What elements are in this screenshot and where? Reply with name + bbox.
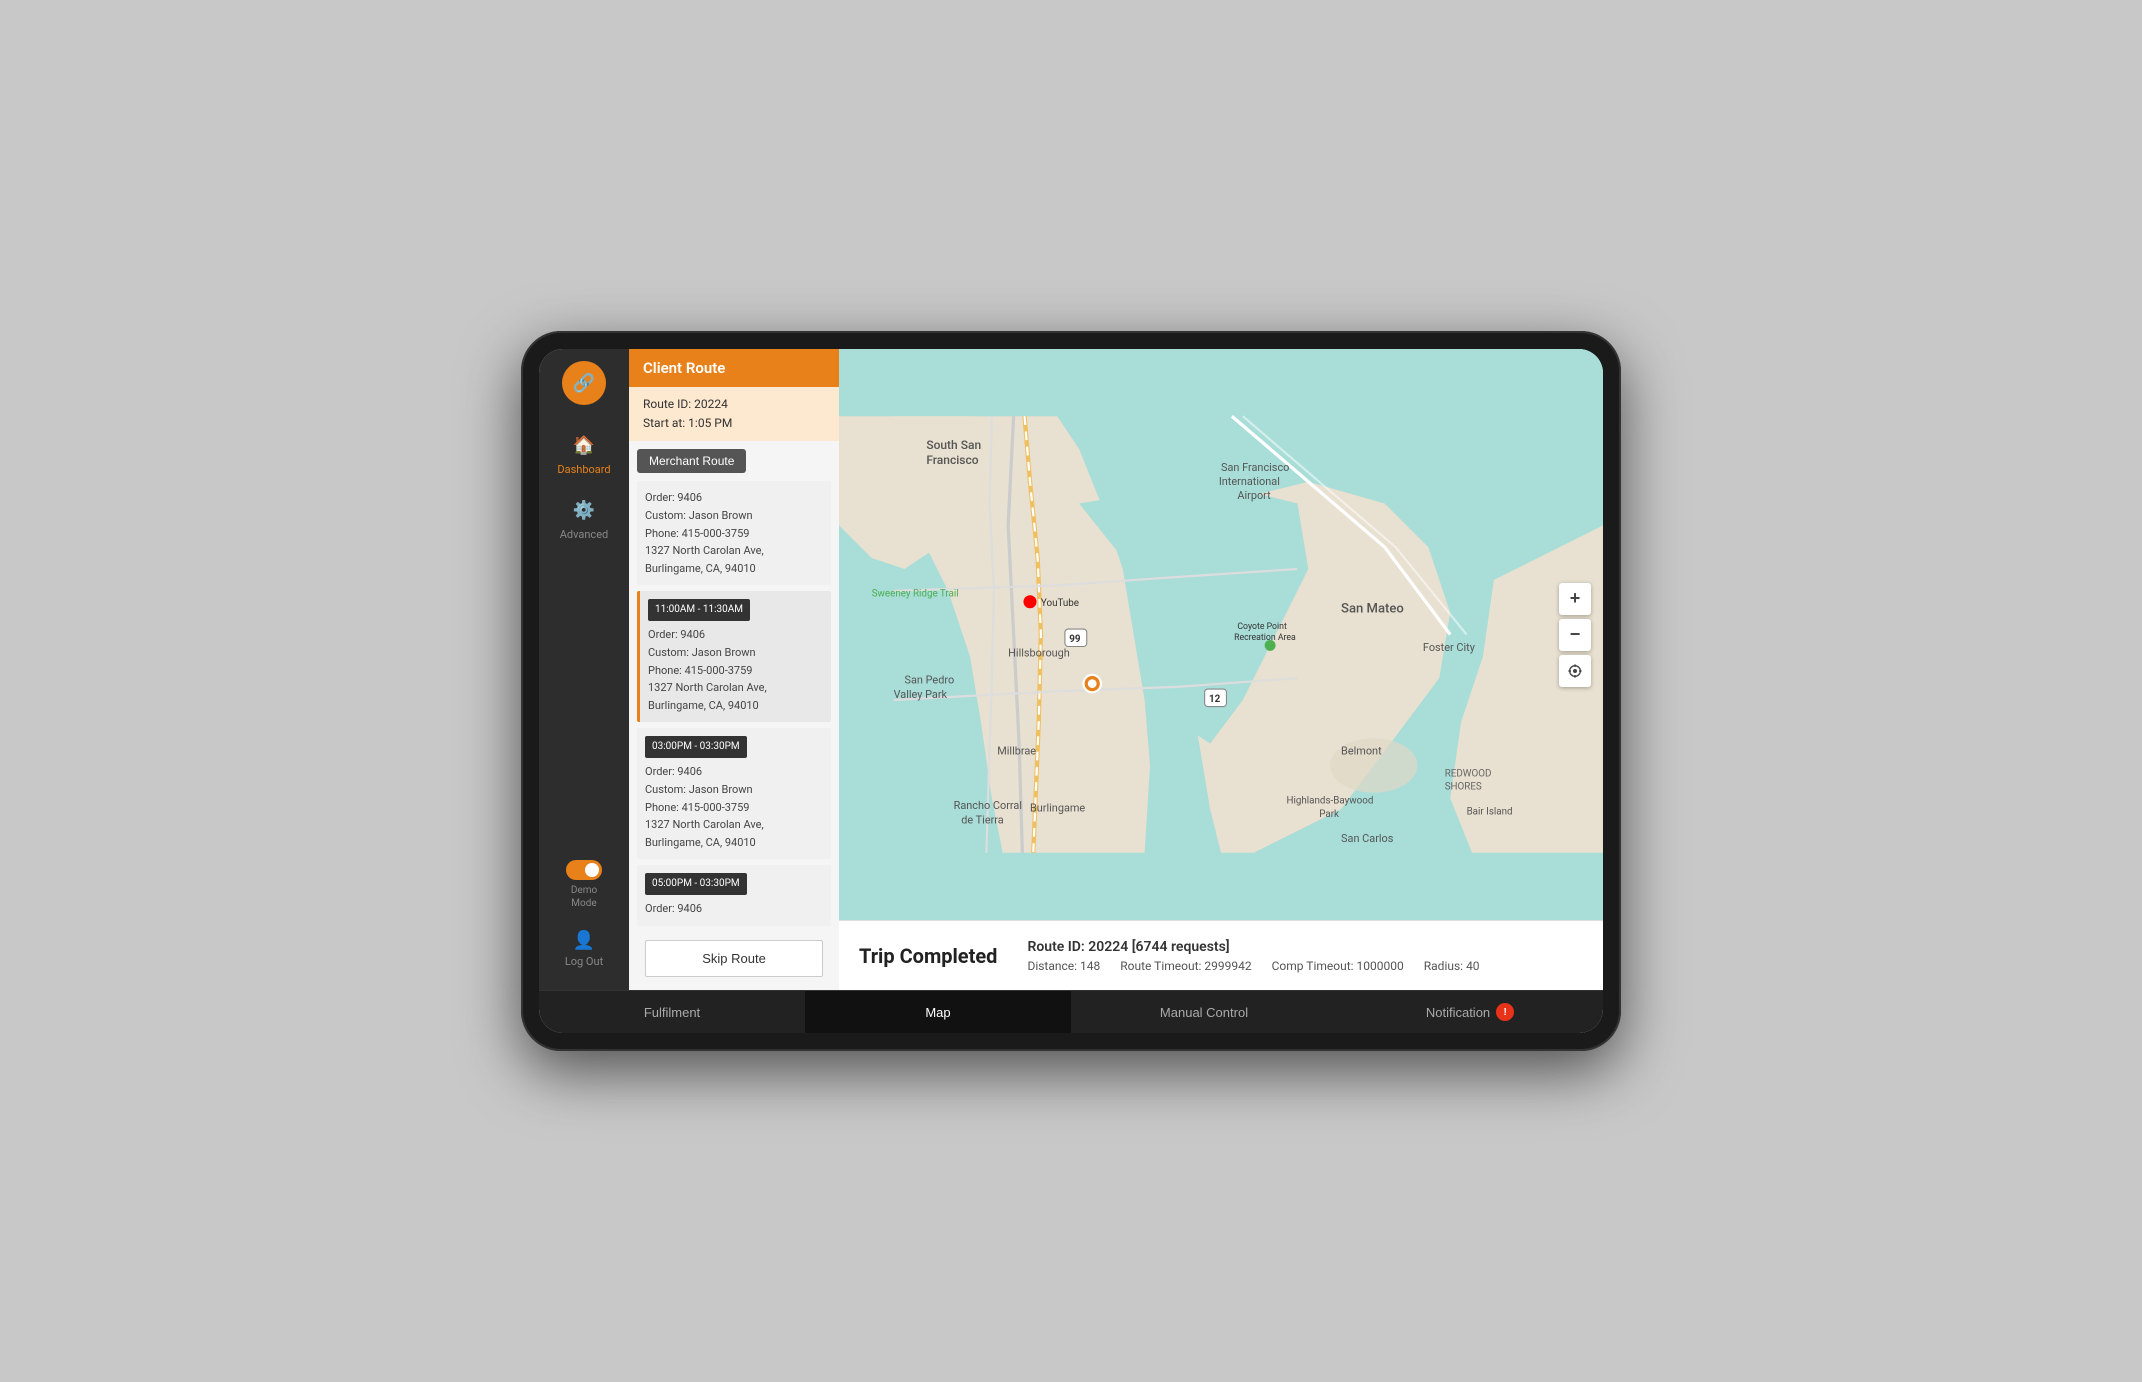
route-id: Route ID: 20224 — [643, 395, 825, 414]
route-info: Route ID: 20224 Start at: 1:05 PM — [629, 387, 839, 441]
stop2-order: Order: 9406 — [648, 626, 823, 644]
demo-mode-toggle[interactable] — [566, 860, 602, 880]
logout-label: Log Out — [565, 955, 603, 968]
svg-text:Coyote Point: Coyote Point — [1237, 622, 1287, 632]
nav-manual-control[interactable]: Manual Control — [1071, 991, 1337, 1033]
route-stop-2: 11:00AM - 11:30AM Order: 9406 Custom: Ja… — [637, 591, 831, 722]
svg-text:SHORES: SHORES — [1445, 781, 1482, 792]
nav-notification[interactable]: Notification ! — [1337, 991, 1603, 1033]
merchant-route-button[interactable]: Merchant Route — [637, 449, 746, 473]
svg-text:San Carlos: San Carlos — [1341, 832, 1394, 845]
stop4-time: 05:00PM - 03:30PM — [645, 873, 747, 895]
app-logo: 🔗 — [562, 361, 606, 405]
svg-text:Foster City: Foster City — [1423, 641, 1476, 654]
map-controls: + − — [1559, 583, 1591, 687]
stop1-custom: Custom: Jason Brown — [645, 507, 823, 525]
svg-text:San Francisco: San Francisco — [1221, 461, 1289, 474]
svg-text:Belmont: Belmont — [1341, 745, 1382, 758]
zoom-in-button[interactable]: + — [1559, 583, 1591, 615]
stop3-order: Order: 9406 — [645, 763, 823, 781]
trip-distance: Distance: 148 — [1027, 959, 1100, 973]
device-screen: 🔗 🏠 Dashboard ⚙️ Advanced DemoMode 👤 — [539, 349, 1603, 1033]
svg-text:Highlands-Baywood: Highlands-Baywood — [1286, 796, 1373, 807]
stop1-order: Order: 9406 — [645, 489, 823, 507]
map-svg: South San Francisco San Francisco Intern… — [839, 349, 1603, 920]
stop2-address: 1327 North Carolan Ave,Burlingame, CA, 9… — [648, 679, 823, 714]
route-panel-header: Client Route — [629, 349, 839, 387]
stop3-custom: Custom: Jason Brown — [645, 781, 823, 799]
stop1-address: 1327 North Carolan Ave,Burlingame, CA, 9… — [645, 542, 823, 577]
svg-text:Airport: Airport — [1237, 489, 1271, 502]
zoom-out-button[interactable]: − — [1559, 619, 1591, 651]
svg-text:South San: South San — [926, 438, 981, 452]
map-view[interactable]: South San Francisco San Francisco Intern… — [839, 349, 1603, 920]
stop2-phone: Phone: 415-000-3759 — [648, 662, 823, 680]
stop2-custom: Custom: Jason Brown — [648, 644, 823, 662]
sidebar-logout[interactable]: 👤 Log Out — [557, 920, 611, 978]
stop3-time: 03:00PM - 03:30PM — [645, 736, 747, 758]
route-stop-3: 03:00PM - 03:30PM Order: 9406 Custom: Ja… — [637, 728, 831, 859]
route-stop-1: Order: 9406 Custom: Jason Brown Phone: 4… — [637, 481, 831, 585]
sidebar-demo-mode: DemoMode — [558, 850, 610, 920]
device-frame: 🔗 🏠 Dashboard ⚙️ Advanced DemoMode 👤 — [521, 331, 1621, 1051]
sidebar-item-dashboard[interactable]: 🏠 Dashboard — [539, 421, 629, 486]
svg-text:99: 99 — [1069, 634, 1081, 645]
main-content: 🔗 🏠 Dashboard ⚙️ Advanced DemoMode 👤 — [539, 349, 1603, 990]
notification-badge: ! — [1496, 1003, 1514, 1021]
stop2-time: 11:00AM - 11:30AM — [648, 599, 750, 621]
sidebar: 🔗 🏠 Dashboard ⚙️ Advanced DemoMode 👤 — [539, 349, 629, 990]
route-stop-4: 05:00PM - 03:30PM Order: 9406 — [637, 865, 831, 926]
map-container: South San Francisco San Francisco Intern… — [839, 349, 1603, 990]
stop3-address: 1327 North Carolan Ave,Burlingame, CA, 9… — [645, 816, 823, 851]
svg-text:Bair Island: Bair Island — [1467, 807, 1513, 818]
svg-text:12: 12 — [1209, 694, 1221, 705]
trip-route-id: Route ID: 20224 [6744 requests] — [1027, 939, 1479, 955]
svg-text:Hillsborough: Hillsborough — [1008, 646, 1070, 659]
trip-completed-bar: Trip Completed Route ID: 20224 [6744 req… — [839, 920, 1603, 990]
route-panel: Client Route Route ID: 20224 Start at: 1… — [629, 349, 839, 990]
trip-details: Route ID: 20224 [6744 requests] Distance… — [1027, 939, 1479, 973]
svg-text:Francisco: Francisco — [926, 453, 978, 467]
svg-text:REDWOOD: REDWOOD — [1445, 768, 1492, 779]
svg-text:San Pedro: San Pedro — [904, 674, 954, 687]
svg-text:San Mateo: San Mateo — [1341, 602, 1404, 617]
skip-route-button[interactable]: Skip Route — [645, 940, 823, 977]
sidebar-item-advanced[interactable]: ⚙️ Advanced — [539, 486, 629, 551]
svg-text:Rancho Corral: Rancho Corral — [954, 799, 1022, 812]
nav-map[interactable]: Map — [805, 991, 1071, 1033]
logout-icon: 👤 — [573, 930, 595, 951]
locate-button[interactable] — [1559, 655, 1591, 687]
trip-completed-title: Trip Completed — [859, 944, 997, 968]
dashboard-icon: 🏠 — [570, 431, 598, 459]
trip-comp-timeout: Comp Timeout: 1000000 — [1272, 959, 1404, 973]
demo-mode-label: DemoMode — [571, 884, 597, 910]
svg-text:de Tierra: de Tierra — [961, 813, 1004, 826]
svg-text:Recreation Area: Recreation Area — [1234, 633, 1296, 643]
svg-text:Park: Park — [1319, 809, 1339, 820]
stop3-phone: Phone: 415-000-3759 — [645, 799, 823, 817]
svg-text:Burlingame: Burlingame — [1030, 801, 1085, 814]
svg-text:Valley Park: Valley Park — [894, 688, 948, 701]
trip-radius: Radius: 40 — [1424, 959, 1480, 973]
nav-fulfilment[interactable]: Fulfilment — [539, 991, 805, 1033]
svg-text:International: International — [1219, 475, 1280, 488]
sidebar-advanced-label: Advanced — [560, 528, 608, 541]
locate-icon — [1567, 663, 1583, 679]
svg-text:Sweeney Ridge Trail: Sweeney Ridge Trail — [872, 588, 959, 599]
bottom-nav: Fulfilment Map Manual Control Notificati… — [539, 990, 1603, 1033]
route-start-time: Start at: 1:05 PM — [643, 414, 825, 433]
svg-text:Millbrae: Millbrae — [997, 745, 1036, 758]
route-scroll: Merchant Route Order: 9406 Custom: Jason… — [629, 441, 839, 990]
trip-stats: Distance: 148 Route Timeout: 2999942 Com… — [1027, 959, 1479, 973]
svg-text:YouTube: YouTube — [1041, 598, 1079, 609]
stop4-order: Order: 9406 — [645, 900, 823, 918]
stop1-phone: Phone: 415-000-3759 — [645, 525, 823, 543]
advanced-icon: ⚙️ — [570, 496, 598, 524]
sidebar-dashboard-label: Dashboard — [557, 463, 610, 476]
trip-route-timeout: Route Timeout: 2999942 — [1120, 959, 1251, 973]
